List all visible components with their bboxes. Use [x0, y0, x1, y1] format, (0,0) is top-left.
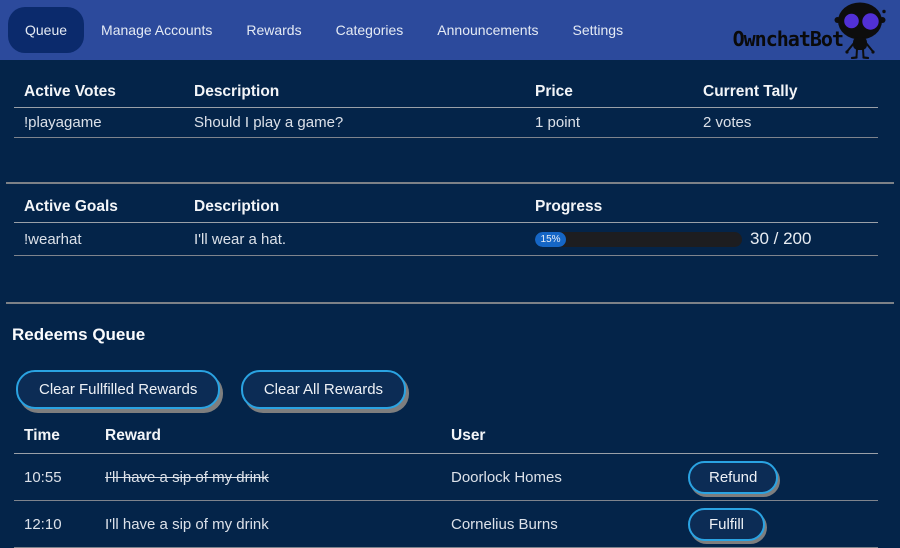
tab-settings[interactable]: Settings — [555, 7, 640, 53]
goal-progress-bar: 15% — [535, 232, 742, 247]
brand-logo: OwnchatBot — [733, 0, 886, 60]
tab-rewards[interactable]: Rewards — [229, 7, 318, 53]
redeem-row: 12:10 I'll have a sip of my drink Cornel… — [14, 501, 878, 548]
redeem-action-cell: Refund — [678, 454, 878, 501]
redeem-row: 10:55 I'll have a sip of my drink Doorlo… — [14, 454, 878, 501]
redeems-header-user: User — [441, 419, 678, 454]
goal-row: !wearhat I'll wear a hat. 15% 30 / 200 — [14, 223, 878, 256]
votes-header-description: Description — [184, 77, 525, 108]
goal-command: !wearhat — [14, 223, 184, 256]
redeems-header-actions — [678, 419, 878, 454]
goal-description: I'll wear a hat. — [184, 223, 525, 256]
goals-header-progress: Progress — [525, 192, 878, 223]
goal-progress-cell: 15% 30 / 200 — [525, 223, 878, 256]
redeems-header-reward: Reward — [95, 419, 441, 454]
redeems-actions: Clear Fullfilled Rewards Clear All Rewar… — [16, 370, 900, 409]
vote-price: 1 point — [525, 108, 693, 138]
active-goals-table: Active Goals Description Progress !wearh… — [14, 192, 878, 256]
goals-header-description: Description — [184, 192, 525, 223]
main-content: Active Votes Description Price Current T… — [0, 60, 900, 548]
vote-tally: 2 votes — [693, 108, 878, 138]
goals-header-row: Active Goals Description Progress — [14, 192, 878, 223]
redeems-queue-title: Redeems Queue — [12, 325, 900, 345]
redeems-header-row: Time Reward User — [14, 419, 878, 454]
refund-button[interactable]: Refund — [688, 461, 778, 494]
section-divider — [6, 302, 894, 304]
tab-categories[interactable]: Categories — [319, 7, 421, 53]
votes-header-row: Active Votes Description Price Current T… — [14, 77, 878, 108]
votes-header-tally: Current Tally — [693, 77, 878, 108]
tab-manage-accounts[interactable]: Manage Accounts — [84, 7, 229, 53]
goal-progress-fill: 15% — [535, 232, 566, 247]
votes-header-price: Price — [525, 77, 693, 108]
goal-progress-count: 30 / 200 — [750, 229, 811, 249]
active-votes-table: Active Votes Description Price Current T… — [14, 77, 878, 138]
redeem-action-cell: Fulfill — [678, 501, 878, 548]
top-nav: Queue Manage Accounts Rewards Categories… — [0, 0, 900, 60]
redeem-time: 12:10 — [14, 501, 95, 548]
redeem-reward: I'll have a sip of my drink — [95, 454, 441, 501]
tab-announcements[interactable]: Announcements — [420, 7, 555, 53]
clear-fulfilled-rewards-button[interactable]: Clear Fullfilled Rewards — [16, 370, 220, 409]
redeem-reward: I'll have a sip of my drink — [95, 501, 441, 548]
redeem-user: Doorlock Homes — [441, 454, 678, 501]
goals-header-command: Active Goals — [14, 192, 184, 223]
redeem-time: 10:55 — [14, 454, 95, 501]
goal-progress-percent-label: 15% — [541, 234, 561, 245]
brand-name: OwnchatBot — [733, 27, 843, 51]
vote-row: !playagame Should I play a game? 1 point… — [14, 108, 878, 138]
vote-description: Should I play a game? — [184, 108, 525, 138]
votes-header-command: Active Votes — [14, 77, 184, 108]
redeems-queue-table: Time Reward User 10:55 I'll have a sip o… — [14, 419, 878, 548]
section-divider — [6, 182, 894, 184]
tab-queue[interactable]: Queue — [8, 7, 84, 53]
redeems-header-time: Time — [14, 419, 95, 454]
robot-mascot-icon — [834, 1, 886, 59]
fulfill-button[interactable]: Fulfill — [688, 508, 765, 541]
redeem-user: Cornelius Burns — [441, 501, 678, 548]
vote-command: !playagame — [14, 108, 184, 138]
clear-all-rewards-button[interactable]: Clear All Rewards — [241, 370, 406, 409]
